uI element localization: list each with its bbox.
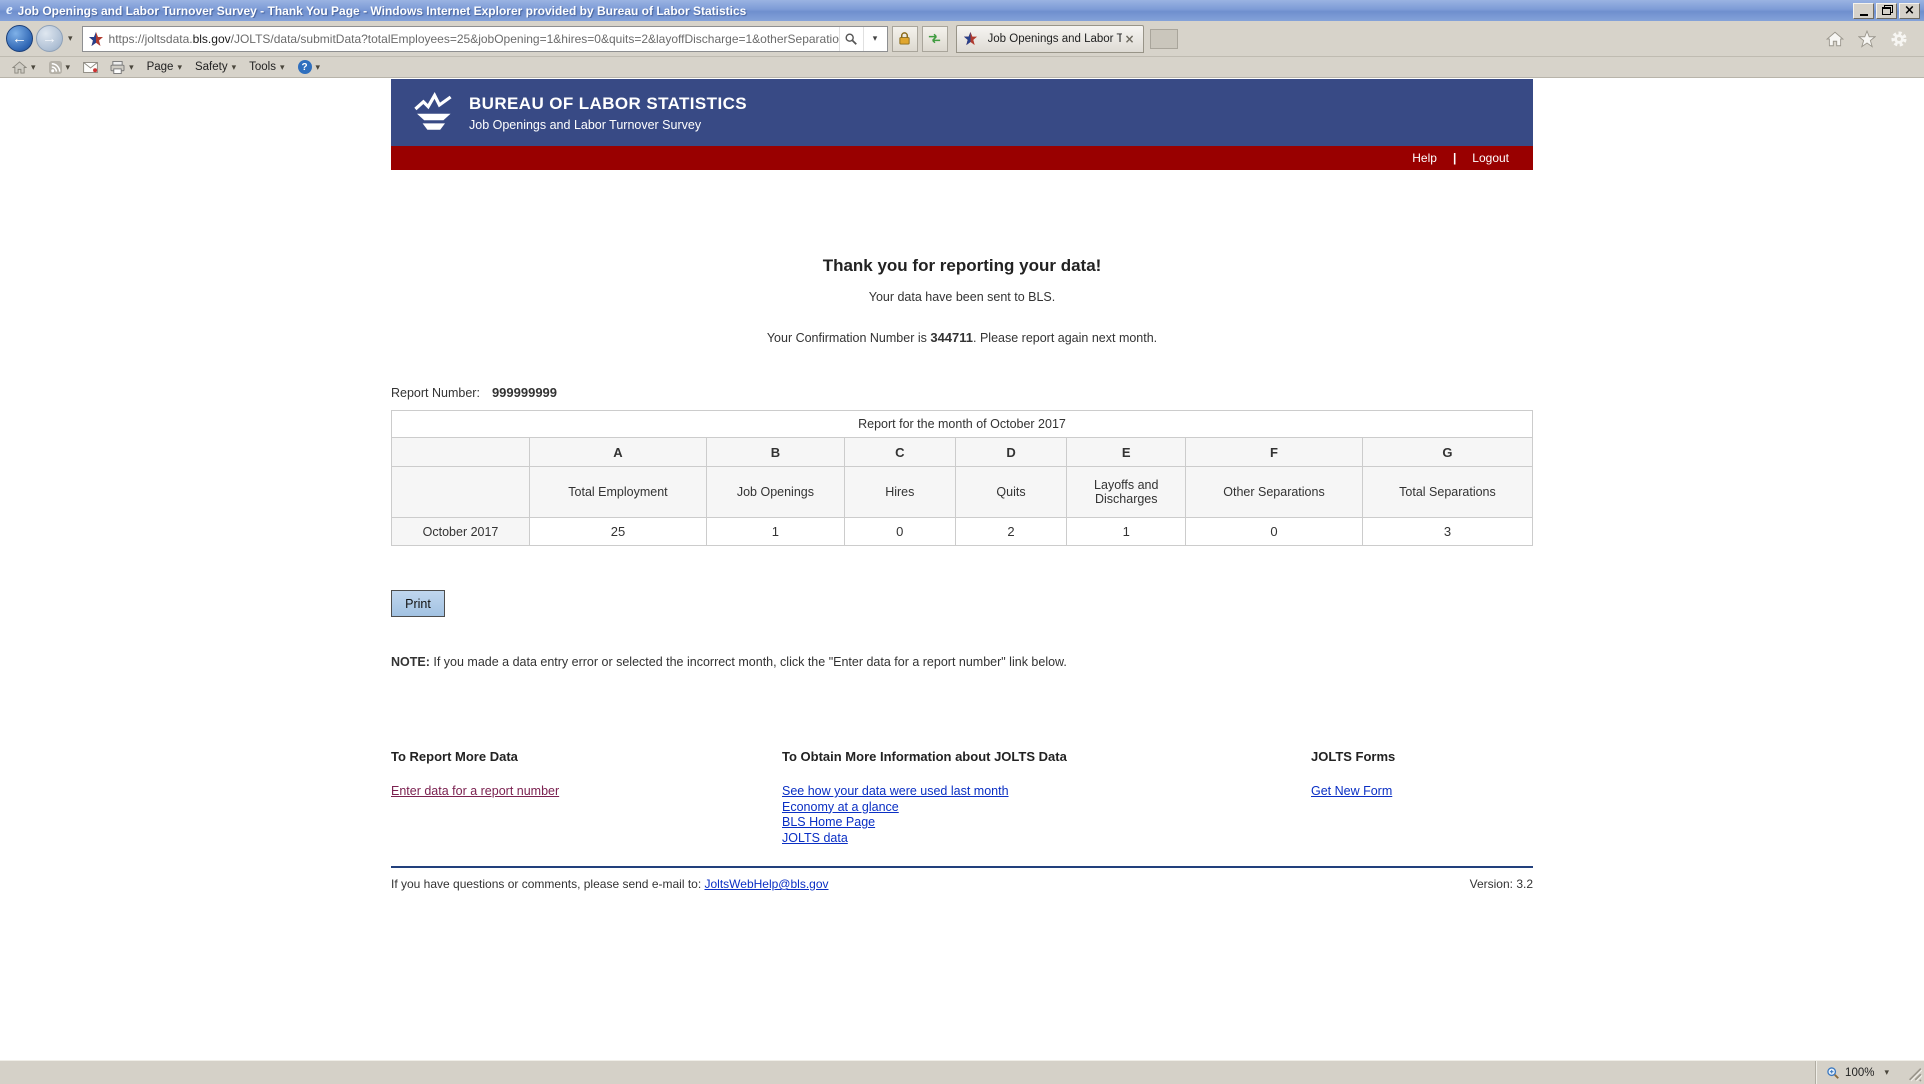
feeds-button[interactable]: ▾ (43, 58, 78, 77)
browser-tab[interactable]: Job Openings and Labor Tur... × (956, 25, 1144, 53)
page-menu[interactable]: Page▾ (141, 58, 189, 77)
month-cell: October 2017 (392, 518, 530, 546)
browser-window: e Job Openings and Labor Turnover Survey… (0, 0, 1924, 1084)
page-title: Thank you for reporting your data! (391, 256, 1533, 276)
zoom-control[interactable]: 100% ▾ (1815, 1061, 1904, 1084)
tab-favicon-icon (963, 31, 979, 47)
page-viewport: BUREAU OF LABOR STATISTICS Job Openings … (0, 78, 1924, 1060)
close-icon: × (1904, 4, 1915, 17)
footer-heading-report: To Report More Data (391, 749, 782, 764)
table-data-row: October 2017 25 1 0 2 1 0 3 (392, 518, 1533, 546)
nav-separator: | (1453, 151, 1456, 165)
home-page-icon (12, 61, 27, 74)
table-header-row: Total Employment Job Openings Hires Quit… (392, 467, 1533, 518)
title-bar: e Job Openings and Labor Turnover Survey… (0, 0, 1924, 21)
footer-links: To Report More Data Enter data for a rep… (391, 749, 1533, 846)
jolts-data-link[interactable]: JOLTS data (782, 831, 1311, 847)
print-button[interactable]: Print (391, 590, 445, 617)
footer-heading-info: To Obtain More Information about JOLTS D… (782, 749, 1311, 764)
ie-logo-icon: e (6, 3, 13, 18)
job-openings-cell: 1 (706, 518, 844, 546)
window-title: Job Openings and Labor Turnover Survey -… (18, 4, 1845, 18)
version-label: Version: 3.2 (1470, 877, 1533, 891)
get-new-form-link[interactable]: Get New Form (1311, 784, 1533, 800)
economy-glance-link[interactable]: Economy at a glance (782, 800, 1311, 816)
address-bar[interactable]: https://joltsdata.bls.gov/JOLTS/data/sub… (82, 26, 888, 52)
command-bar: ▾ ▾ ▾ Page▾ Safety▾ Tools▾ ? ▾ (0, 57, 1924, 78)
zoom-level: 100% (1845, 1067, 1874, 1079)
email-link[interactable]: JoltsWebHelp@bls.gov (705, 877, 829, 891)
confirmation-message: Your Confirmation Number is 344711. Plea… (391, 330, 1533, 345)
status-bar: 100% ▾ (0, 1060, 1924, 1084)
browser-quick-icons (1824, 28, 1918, 50)
other-separations-cell: 0 (1186, 518, 1363, 546)
search-icon[interactable] (839, 27, 863, 51)
printer-icon (110, 61, 125, 74)
tab-title: Job Openings and Labor Tur... (988, 33, 1123, 45)
close-button[interactable]: × (1899, 3, 1920, 19)
footer-divider (391, 866, 1533, 868)
report-table: Report for the month of October 2017 A B… (391, 410, 1533, 546)
minimize-button[interactable] (1853, 3, 1874, 19)
window-controls: × (1853, 3, 1920, 19)
site-favicon-icon (88, 31, 104, 47)
zoom-magnifier-icon (1826, 1066, 1840, 1080)
enter-data-link[interactable]: Enter data for a report number (391, 784, 782, 800)
footer-heading-forms: JOLTS Forms (1311, 749, 1533, 764)
favorites-star-icon[interactable] (1856, 28, 1878, 50)
safety-menu[interactable]: Safety▾ (189, 58, 243, 77)
bls-home-link[interactable]: BLS Home Page (782, 815, 1311, 831)
navigation-bar: ← → ▾ https://joltsdata.bls.gov/JOLTS/da… (0, 21, 1924, 57)
read-mail-button[interactable] (77, 58, 104, 77)
total-separations-cell: 3 (1362, 518, 1532, 546)
tab-close-icon[interactable]: × (1122, 33, 1136, 45)
report-number-line: Report Number:999999999 (391, 385, 1533, 400)
back-button[interactable]: ← (6, 25, 33, 52)
print-toolbar-button[interactable]: ▾ (104, 58, 141, 77)
restore-button[interactable] (1876, 3, 1897, 19)
resize-grip[interactable] (1904, 1061, 1924, 1084)
contact-line: If you have questions or comments, pleas… (391, 877, 1533, 891)
search-dropdown[interactable]: ▾ (863, 27, 887, 51)
site-subtitle: Job Openings and Labor Turnover Survey (469, 118, 747, 132)
note-text: NOTE: If you made a data entry error or … (391, 655, 1533, 669)
new-tab-button[interactable] (1150, 29, 1178, 49)
security-lock-icon[interactable] (892, 26, 918, 52)
hires-cell: 0 (844, 518, 955, 546)
minimize-icon (1860, 13, 1868, 16)
help-icon: ? (298, 60, 312, 74)
table-letter-row: A B C D E F G (392, 438, 1533, 467)
restore-icon (1882, 7, 1891, 15)
rss-feed-icon (49, 61, 62, 74)
gear-icon[interactable] (1888, 28, 1910, 50)
report-number-value: 999999999 (492, 385, 557, 400)
quits-cell: 2 (955, 518, 1067, 546)
help-link[interactable]: Help (1412, 151, 1437, 165)
history-dropdown[interactable]: ▾ (63, 33, 78, 44)
site-brand: BUREAU OF LABOR STATISTICS (469, 94, 747, 114)
mail-icon (83, 62, 98, 73)
logout-link[interactable]: Logout (1472, 151, 1509, 165)
total-employment-cell: 25 (530, 518, 707, 546)
page-content: BUREAU OF LABOR STATISTICS Job Openings … (391, 79, 1533, 891)
forward-arrow-icon: → (42, 30, 57, 47)
home-icon[interactable] (1824, 28, 1846, 50)
confirmation-number: 344711 (930, 330, 973, 345)
forward-button[interactable]: → (36, 25, 63, 52)
bls-header: BUREAU OF LABOR STATISTICS Job Openings … (391, 79, 1533, 146)
sent-message: Your data have been sent to BLS. (391, 290, 1533, 304)
help-menu[interactable]: ? ▾ (292, 58, 328, 77)
back-arrow-icon: ← (12, 30, 27, 47)
zoom-dropdown[interactable]: ▾ (1879, 1067, 1894, 1078)
compatibility-view-icon[interactable] (922, 26, 948, 52)
table-caption: Report for the month of October 2017 (392, 411, 1533, 438)
tools-menu[interactable]: Tools▾ (243, 58, 291, 77)
site-nav-bar: Help | Logout (391, 146, 1533, 170)
data-used-link[interactable]: See how your data were used last month (782, 784, 1311, 800)
bls-eagle-logo (409, 91, 457, 135)
url-text: https://joltsdata.bls.gov/JOLTS/data/sub… (109, 32, 839, 46)
layoffs-cell: 1 (1067, 518, 1186, 546)
home-page-button[interactable]: ▾ (6, 58, 43, 77)
